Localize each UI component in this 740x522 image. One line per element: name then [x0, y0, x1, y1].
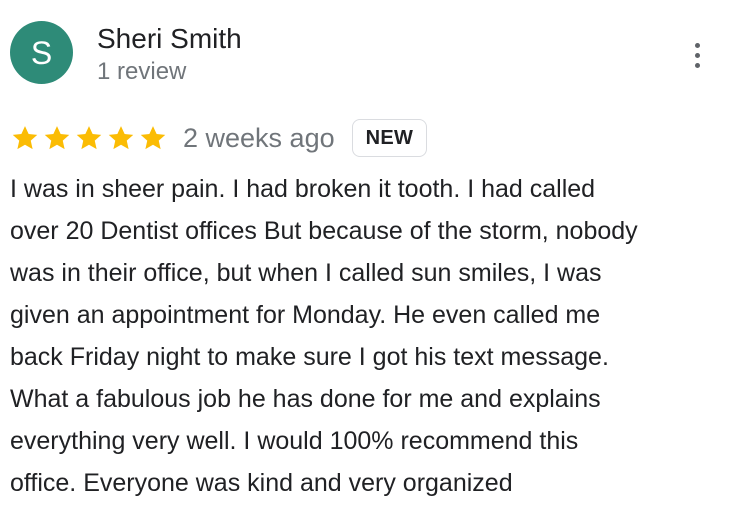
review-text-line: everything very well. I would 100% recom… [10, 427, 579, 455]
review-text-line: What a fabulous job he has done for me a… [10, 385, 601, 413]
review-text-line: I was in sheer pain. I had broken it too… [10, 175, 596, 203]
review-card: S Sheri Smith 1 review 2 weeks ago NEW I… [0, 0, 740, 522]
review-text: I was in sheer pain. I had broken it too… [10, 168, 725, 504]
star-icon [106, 123, 136, 153]
author-name[interactable]: Sheri Smith [97, 22, 242, 56]
star-icon [42, 123, 72, 153]
review-text-line: over 20 Dentist offices But because of t… [10, 217, 638, 245]
more-options-button[interactable] [684, 38, 710, 72]
star-rating [10, 123, 168, 153]
star-icon [74, 123, 104, 153]
review-date: 2 weeks ago [183, 123, 335, 153]
author-review-count[interactable]: 1 review [97, 57, 186, 87]
more-vert-icon [694, 42, 700, 48]
review-text-line: office. Everyone was kind and very organ… [10, 469, 513, 497]
review-text-line: given an appointment for Monday. He even… [10, 301, 601, 329]
review-text-line: back Friday night to make sure I got his… [10, 343, 609, 371]
avatar[interactable]: S [10, 21, 73, 84]
rating-row: 2 weeks ago NEW [10, 118, 428, 158]
avatar-initial: S [30, 34, 53, 71]
star-icon [10, 123, 40, 153]
star-icon [138, 123, 168, 153]
review-text-line: was in their office, but when I called s… [10, 259, 602, 287]
new-badge: NEW [351, 119, 428, 157]
